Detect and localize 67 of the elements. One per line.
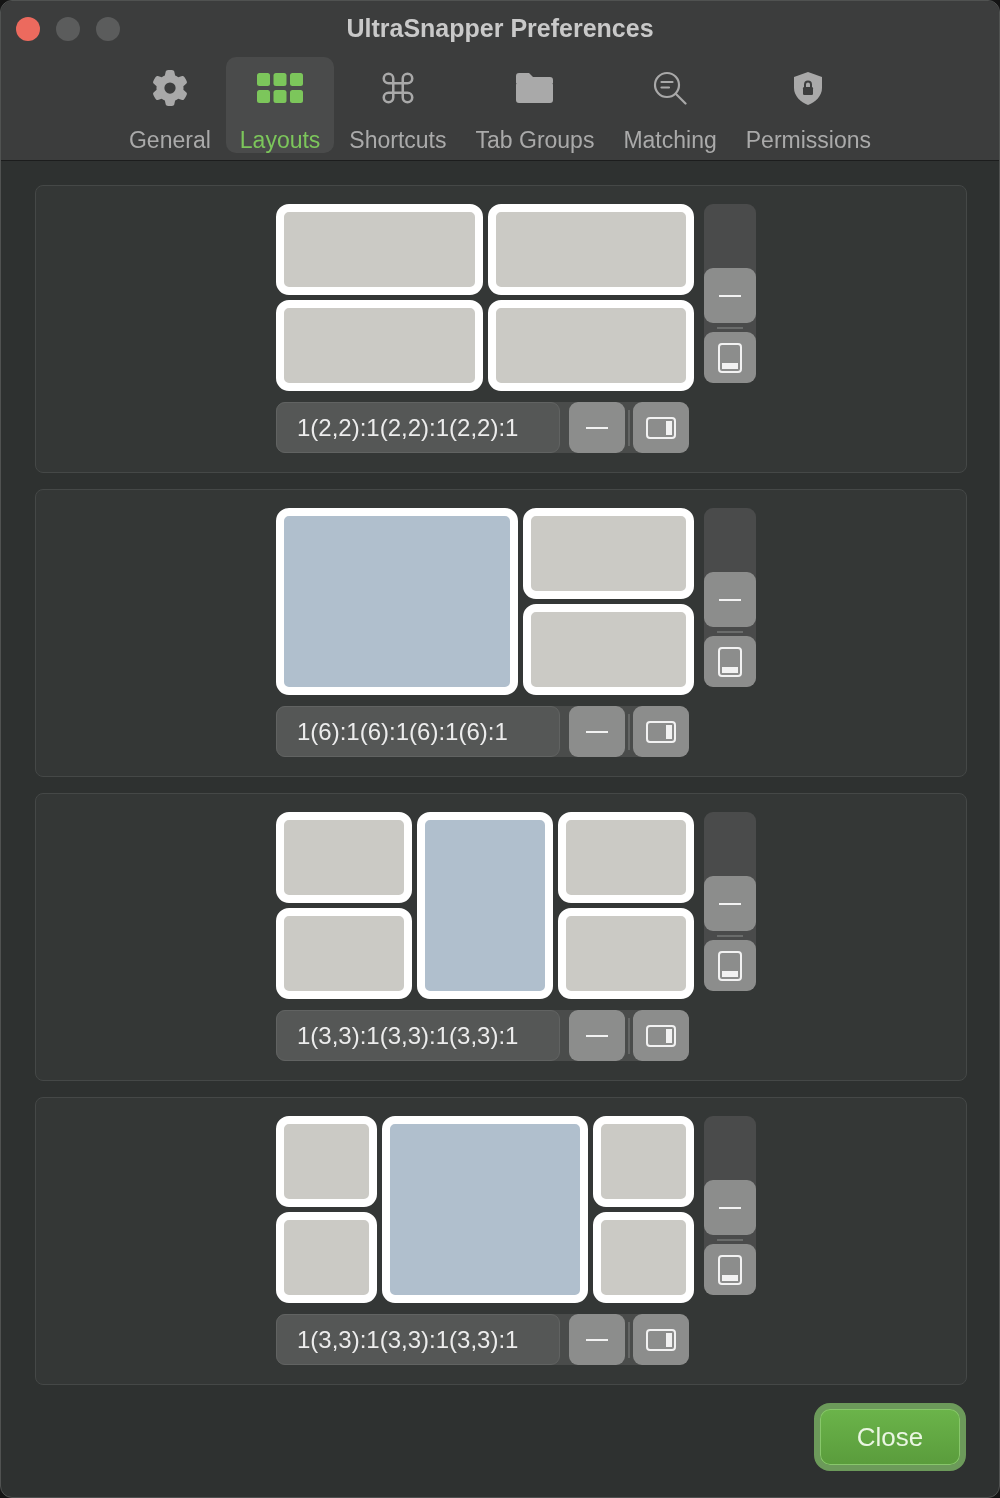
layout-code-field[interactable]: 1(2,2):1(2,2):1(2,2):1 — [276, 402, 560, 453]
layout-tile[interactable] — [593, 1212, 694, 1303]
layout-code-field[interactable]: 1(3,3):1(3,3):1(3,3):1 — [276, 1010, 560, 1061]
minus-button[interactable] — [569, 1314, 625, 1365]
panel-right-icon — [646, 416, 676, 439]
layout-code-field[interactable]: 1(3,3):1(3,3):1(3,3):1 — [276, 1314, 560, 1365]
minus-button[interactable] — [704, 268, 756, 323]
toolbar-tab[interactable]: Tab Groups — [461, 57, 609, 153]
layout-tile[interactable] — [487, 204, 694, 295]
shield-lock-icon — [794, 71, 823, 105]
layout-tile[interactable] — [276, 508, 518, 695]
layout-tile[interactable] — [276, 1212, 377, 1303]
layout-code-field[interactable]: 1(6):1(6):1(6):1(6):1 — [276, 706, 560, 757]
panel-toggle-button[interactable] — [633, 706, 689, 757]
minus-button[interactable] — [569, 706, 625, 757]
layout-tile[interactable] — [558, 812, 694, 903]
panel-toggle-button[interactable] — [704, 636, 756, 687]
minus-button[interactable] — [569, 402, 625, 453]
panel-toggle-button[interactable] — [704, 332, 756, 383]
layout-tile[interactable] — [276, 204, 483, 295]
layout-tile[interactable] — [487, 300, 694, 391]
toolbar-tab[interactable]: Layouts — [225, 57, 335, 153]
minus-button[interactable] — [704, 876, 756, 931]
panel-toggle-button[interactable] — [704, 1244, 756, 1295]
minus-button[interactable] — [704, 572, 756, 627]
layout-tile[interactable] — [593, 1116, 694, 1207]
panel-toggle-button[interactable] — [633, 1314, 689, 1365]
gear-icon — [151, 70, 188, 106]
panel-right-icon — [646, 1328, 676, 1351]
panel-bottom-icon — [718, 950, 742, 981]
close-button[interactable]: Close — [814, 1403, 966, 1471]
minus-icon — [719, 294, 741, 297]
panel-bottom-icon — [718, 342, 742, 373]
panel-right-icon — [646, 720, 676, 743]
panel-bottom-icon — [718, 646, 742, 677]
minus-icon — [719, 598, 741, 601]
minus-icon — [719, 1206, 741, 1209]
layout-tile[interactable] — [523, 508, 694, 599]
toolbar-tab[interactable]: Shortcuts — [335, 57, 461, 153]
layout-tile[interactable] — [417, 812, 553, 999]
search-icon — [653, 71, 688, 105]
panel-toggle-button[interactable] — [633, 1010, 689, 1061]
layout-tile[interactable] — [558, 908, 694, 999]
layout-tile[interactable] — [276, 300, 483, 391]
minus-button[interactable] — [569, 1010, 625, 1061]
grid-icon — [257, 73, 304, 103]
minus-icon — [586, 1034, 608, 1037]
panel-toggle-button[interactable] — [704, 940, 756, 991]
layout-tile[interactable] — [382, 1116, 588, 1303]
minus-button[interactable] — [704, 1180, 756, 1235]
minus-icon — [586, 730, 608, 733]
layout-tile[interactable] — [276, 1116, 377, 1207]
layout-tile[interactable] — [523, 604, 694, 695]
panel-bottom-icon — [718, 1254, 742, 1285]
toolbar-tab[interactable]: Matching — [609, 57, 731, 153]
layout-tile[interactable] — [276, 908, 412, 999]
panel-toggle-button[interactable] — [633, 402, 689, 453]
panel-right-icon — [646, 1024, 676, 1047]
minus-icon — [586, 1338, 608, 1341]
window-close-button[interactable] — [16, 17, 40, 41]
toolbar-tab[interactable]: Permissions — [731, 57, 885, 153]
minus-icon — [586, 426, 608, 429]
toolbar-tab[interactable]: General — [114, 57, 225, 153]
window-title: UltraSnapper Preferences — [346, 13, 654, 45]
layout-tile[interactable] — [276, 812, 412, 903]
folder-icon — [516, 73, 554, 103]
minus-icon — [719, 902, 741, 905]
